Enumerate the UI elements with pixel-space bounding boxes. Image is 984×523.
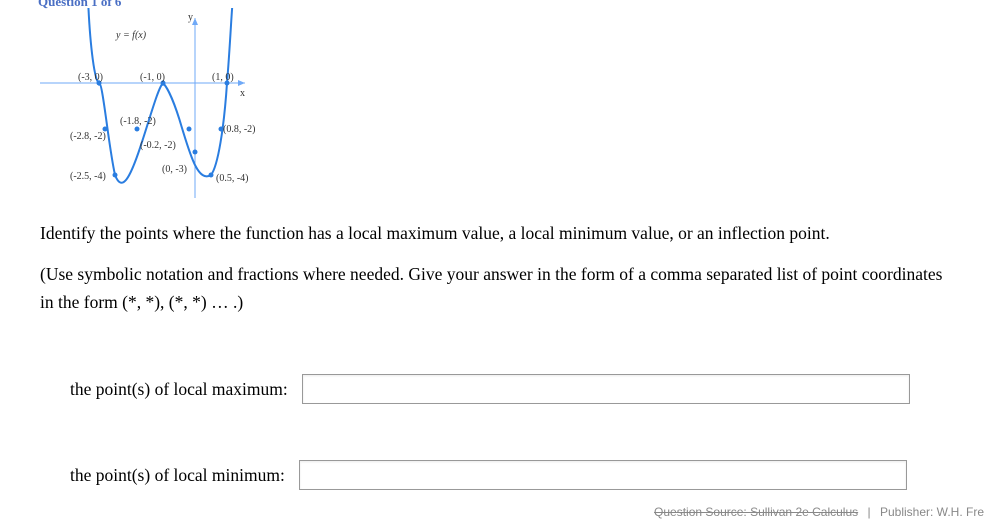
pt-label: (-2.8, -2) [70,131,106,142]
local-min-input[interactable] [299,460,907,490]
pt-label: (-1.8, -2) [120,116,156,127]
local-max-label: the point(s) of local maximum: [70,379,288,400]
function-label: y = f(x) [115,30,147,41]
footer-source: Question Source: Sullivan 2e Calculus | … [654,505,984,519]
y-axis-label: y [188,12,193,23]
pt-label: (0.5, -4) [216,173,249,184]
local-min-row: the point(s) of local minimum: [40,460,944,490]
pt-label: (-0.2, -2) [140,140,176,151]
local-max-row: the point(s) of local maximum: [40,374,944,404]
publisher-text: Publisher: W.H. Fre [880,505,984,519]
instruction-text: (Use symbolic notation and fractions whe… [40,260,944,316]
local-max-input[interactable] [302,374,910,404]
pt-label: (1, 0) [212,72,234,83]
question-text: Identify the points where the function h… [40,220,944,246]
pt-label: (0.8, -2) [223,124,256,135]
pt-label: (0, -3) [162,164,187,175]
pt-label: (-1, 0) [140,72,165,83]
local-min-label: the point(s) of local minimum: [70,465,285,486]
function-graph: y x y = f(x) (-3, 0) (-1, 0) (1, 0) [40,8,260,208]
source-text: Question Source: Sullivan 2e Calculus [654,505,858,519]
x-axis-label: x [240,88,245,99]
pt-label: (-3, 0) [78,72,103,83]
pt-label: (-2.5, -4) [70,171,106,182]
